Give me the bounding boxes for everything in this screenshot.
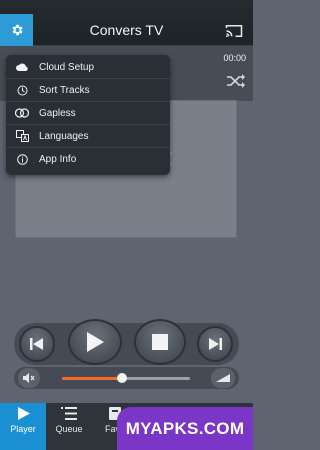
gear-icon [12, 24, 23, 36]
mute-button[interactable] [18, 368, 40, 388]
menu-item-label: Gapless [39, 107, 76, 119]
menu-item-cloud-setup[interactable]: Cloud Setup [6, 56, 170, 79]
skip-next-icon [209, 338, 222, 350]
top-bar: Convers TV [0, 0, 253, 46]
app-title: Convers TV [89, 22, 164, 38]
play-icon [87, 332, 104, 352]
tab-player-label: Player [10, 424, 36, 434]
next-button[interactable] [197, 326, 233, 362]
volume-mute-icon [23, 373, 35, 383]
skip-previous-icon [30, 338, 43, 350]
queue-icon [61, 407, 77, 420]
menu-item-label: Sort Tracks [39, 84, 90, 96]
volume-slider[interactable] [62, 373, 190, 383]
cast-button[interactable] [220, 19, 248, 43]
menu-item-label: Cloud Setup [39, 61, 95, 73]
menu-item-gapless[interactable]: Gapless [6, 102, 170, 125]
stop-button[interactable] [134, 319, 186, 365]
menu-item-sort-tracks[interactable]: Sort Tracks [6, 79, 170, 102]
sort-icon [15, 84, 29, 96]
settings-menu: Cloud Setup Sort Tracks Gapless Language… [6, 55, 170, 175]
cloud-icon [15, 61, 29, 73]
elapsed-time: 00:00 [223, 53, 246, 63]
tab-queue[interactable]: Queue [46, 403, 92, 450]
menu-item-languages[interactable]: Languages [6, 125, 170, 148]
volume-up-button[interactable] [211, 368, 235, 388]
settings-button[interactable] [0, 14, 33, 46]
previous-button[interactable] [19, 326, 55, 362]
gapless-icon [15, 107, 29, 119]
volume-up-icon [216, 374, 230, 382]
stop-icon [152, 334, 168, 350]
translate-icon [15, 130, 29, 142]
menu-item-label: App Info [39, 154, 77, 165]
volume-level-fill [62, 377, 123, 380]
watermark-banner: MYAPKS.COM [117, 407, 253, 450]
tab-queue-label: Queue [55, 424, 83, 434]
cast-icon [225, 25, 243, 38]
shuffle-button[interactable] [226, 74, 246, 88]
menu-item-label: Languages [39, 130, 89, 142]
tab-player[interactable]: Player [0, 403, 46, 450]
shuffle-icon [227, 74, 245, 88]
info-icon [15, 154, 29, 166]
menu-item-app-info[interactable]: App Info [6, 148, 170, 171]
play-button[interactable] [68, 319, 122, 365]
play-icon [17, 407, 30, 420]
